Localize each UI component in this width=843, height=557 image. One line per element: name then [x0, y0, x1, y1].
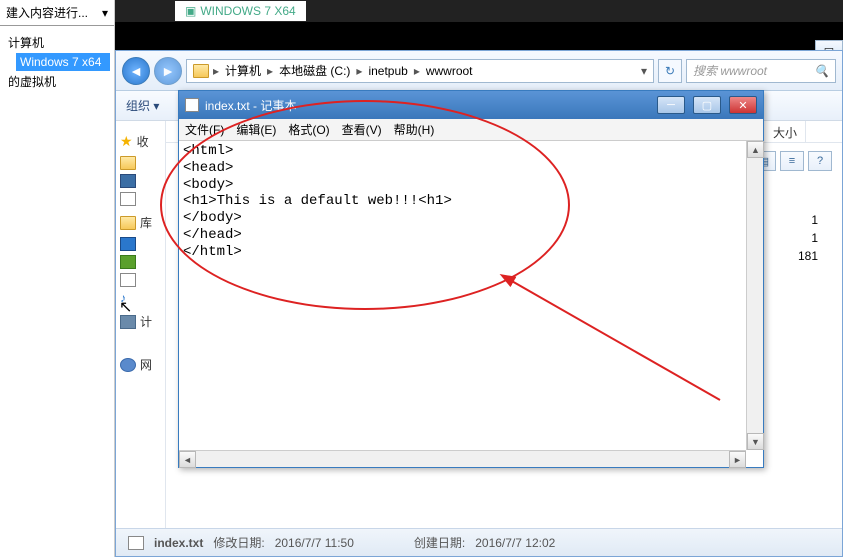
- vm-tabs: ▣ WINDOWS 7 X64: [115, 0, 843, 22]
- search-input[interactable]: 搜索 wwwroot 🔍: [686, 59, 836, 83]
- sidebar-item[interactable]: [120, 172, 161, 190]
- notepad-body: <html> <head> <body> <h1>This is a defau…: [179, 141, 763, 467]
- recent-icon: [120, 192, 136, 206]
- sidebar-item[interactable]: [120, 253, 161, 271]
- vm-item-selected[interactable]: Windows 7 x64: [16, 53, 110, 71]
- help-button[interactable]: ?: [808, 151, 832, 171]
- status-create-label: 创建日期:: [414, 534, 465, 551]
- os-icon: ▣: [185, 4, 196, 18]
- file-size-value: 1: [798, 229, 818, 247]
- menu-help[interactable]: 帮助(H): [394, 121, 435, 138]
- menu-file[interactable]: 文件(F): [185, 121, 224, 138]
- notepad-textarea[interactable]: <html> <head> <body> <h1>This is a defau…: [179, 141, 763, 263]
- breadcrumb-inetpub[interactable]: inetpub: [366, 64, 409, 78]
- scroll-down-button[interactable]: ▼: [747, 433, 764, 450]
- sidebar-item[interactable]: [120, 190, 161, 208]
- network-label: 网: [140, 356, 152, 373]
- scrollbar-vertical[interactable]: ▲ ▼: [746, 141, 763, 450]
- scroll-up-button[interactable]: ▲: [747, 141, 764, 158]
- library-icon: [120, 216, 136, 230]
- search-placeholder: 搜索 wwwroot: [693, 62, 767, 79]
- vm-filter-dropdown[interactable]: 建入内容进行... ▾: [0, 0, 114, 26]
- notepad-menubar: 文件(F) 编辑(E) 格式(O) 查看(V) 帮助(H): [179, 119, 763, 141]
- view-details-button[interactable]: ≡: [780, 151, 804, 171]
- file-size-value: 1: [798, 211, 818, 229]
- computer-icon: [120, 315, 136, 329]
- vm-filter-label: 建入内容进行...: [6, 4, 88, 21]
- video-icon: [120, 237, 136, 251]
- sidebar-item[interactable]: [120, 271, 161, 289]
- notepad-window: index.txt - 记事本 ─ ▢ ✕ 文件(F) 编辑(E) 格式(O) …: [178, 90, 764, 468]
- status-bar: index.txt 修改日期: 2016/7/7 11:50 创建日期: 201…: [116, 528, 842, 556]
- notepad-icon: [185, 98, 199, 112]
- breadcrumb-sep[interactable]: ▸: [412, 64, 422, 78]
- menu-format[interactable]: 格式(O): [288, 121, 329, 138]
- vm-tab[interactable]: ▣ WINDOWS 7 X64: [175, 1, 306, 21]
- status-create-value: 2016/7/7 12:02: [475, 536, 555, 550]
- notepad-titlebar[interactable]: index.txt - 记事本 ─ ▢ ✕: [179, 91, 763, 119]
- star-icon: ★: [120, 133, 133, 150]
- file-sizes: 1 1 181: [798, 211, 818, 265]
- sidebar-favorites[interactable]: ★收: [120, 133, 161, 150]
- sidebar-item[interactable]: ♪: [120, 289, 161, 307]
- sidebar-network[interactable]: 网: [120, 356, 161, 373]
- vm-item-other[interactable]: 的虚拟机: [4, 71, 110, 92]
- status-mod-value: 2016/7/7 11:50: [275, 536, 354, 550]
- menu-edit[interactable]: 编辑(E): [236, 121, 276, 138]
- search-icon: 🔍: [814, 64, 829, 78]
- explorer-header: ◄ ► ▸ 计算机 ▸ 本地磁盘 (C:) ▸ inetpub ▸ wwwroo…: [116, 51, 842, 91]
- view-buttons: ▤ ≡ ?: [752, 151, 832, 171]
- notepad-title: index.txt - 记事本: [205, 97, 649, 114]
- refresh-button[interactable]: ↻: [658, 59, 682, 83]
- status-mod-label: 修改日期:: [213, 534, 264, 551]
- vm-sidebar: 建入内容进行... ▾ 计算机 Windows 7 x64 的虚拟机: [0, 0, 115, 557]
- scrollbar-horizontal[interactable]: ◄ ►: [179, 450, 746, 467]
- vm-toolbar-band: [115, 22, 843, 50]
- breadcrumb-sep[interactable]: ▸: [211, 64, 221, 78]
- libraries-label: 库: [140, 214, 152, 231]
- breadcrumb-root[interactable]: 计算机: [223, 62, 263, 79]
- file-size-value: 181: [798, 247, 818, 265]
- sidebar-item[interactable]: [120, 154, 161, 172]
- forward-button[interactable]: ►: [154, 57, 182, 85]
- favorites-label: 收: [137, 133, 149, 150]
- vm-tree: 计算机 Windows 7 x64 的虚拟机: [0, 26, 114, 98]
- scroll-right-button[interactable]: ►: [729, 451, 746, 468]
- breadcrumb-sep[interactable]: ▸: [354, 64, 364, 78]
- desktop-icon: [120, 174, 136, 188]
- breadcrumb-disk[interactable]: 本地磁盘 (C:): [277, 62, 352, 79]
- organize-label: 组织: [126, 99, 150, 113]
- scroll-left-button[interactable]: ◄: [179, 451, 196, 468]
- network-icon: [120, 358, 136, 372]
- chevron-down-icon: ▾: [102, 6, 108, 20]
- explorer-sidebar: ★收 库 ♪ 计 网: [116, 121, 166, 556]
- chevron-down-icon[interactable]: ▾: [641, 64, 647, 78]
- file-icon: [128, 536, 144, 550]
- minimize-button[interactable]: ─: [657, 96, 685, 114]
- folder-icon: [120, 156, 136, 170]
- breadcrumb-wwwroot[interactable]: wwwroot: [424, 64, 475, 78]
- music-icon: ♪: [120, 291, 136, 305]
- sidebar-computer[interactable]: 计: [120, 313, 161, 330]
- back-button[interactable]: ◄: [122, 57, 150, 85]
- breadcrumb-sep[interactable]: ▸: [265, 64, 275, 78]
- vm-tab-label: WINDOWS 7 X64: [200, 4, 295, 18]
- sidebar-libraries[interactable]: 库: [120, 214, 161, 231]
- computer-label: 计: [140, 313, 152, 330]
- vm-root[interactable]: 计算机: [4, 32, 110, 53]
- sidebar-item[interactable]: [120, 235, 161, 253]
- maximize-button[interactable]: ▢: [693, 96, 721, 114]
- address-bar[interactable]: ▸ 计算机 ▸ 本地磁盘 (C:) ▸ inetpub ▸ wwwroot ▾: [186, 59, 654, 83]
- status-filename: index.txt: [154, 536, 203, 550]
- close-button[interactable]: ✕: [729, 96, 757, 114]
- menu-view[interactable]: 查看(V): [342, 121, 382, 138]
- folder-icon: [193, 64, 209, 78]
- pictures-icon: [120, 255, 136, 269]
- documents-icon: [120, 273, 136, 287]
- organize-menu[interactable]: 组织 ▾: [126, 97, 159, 114]
